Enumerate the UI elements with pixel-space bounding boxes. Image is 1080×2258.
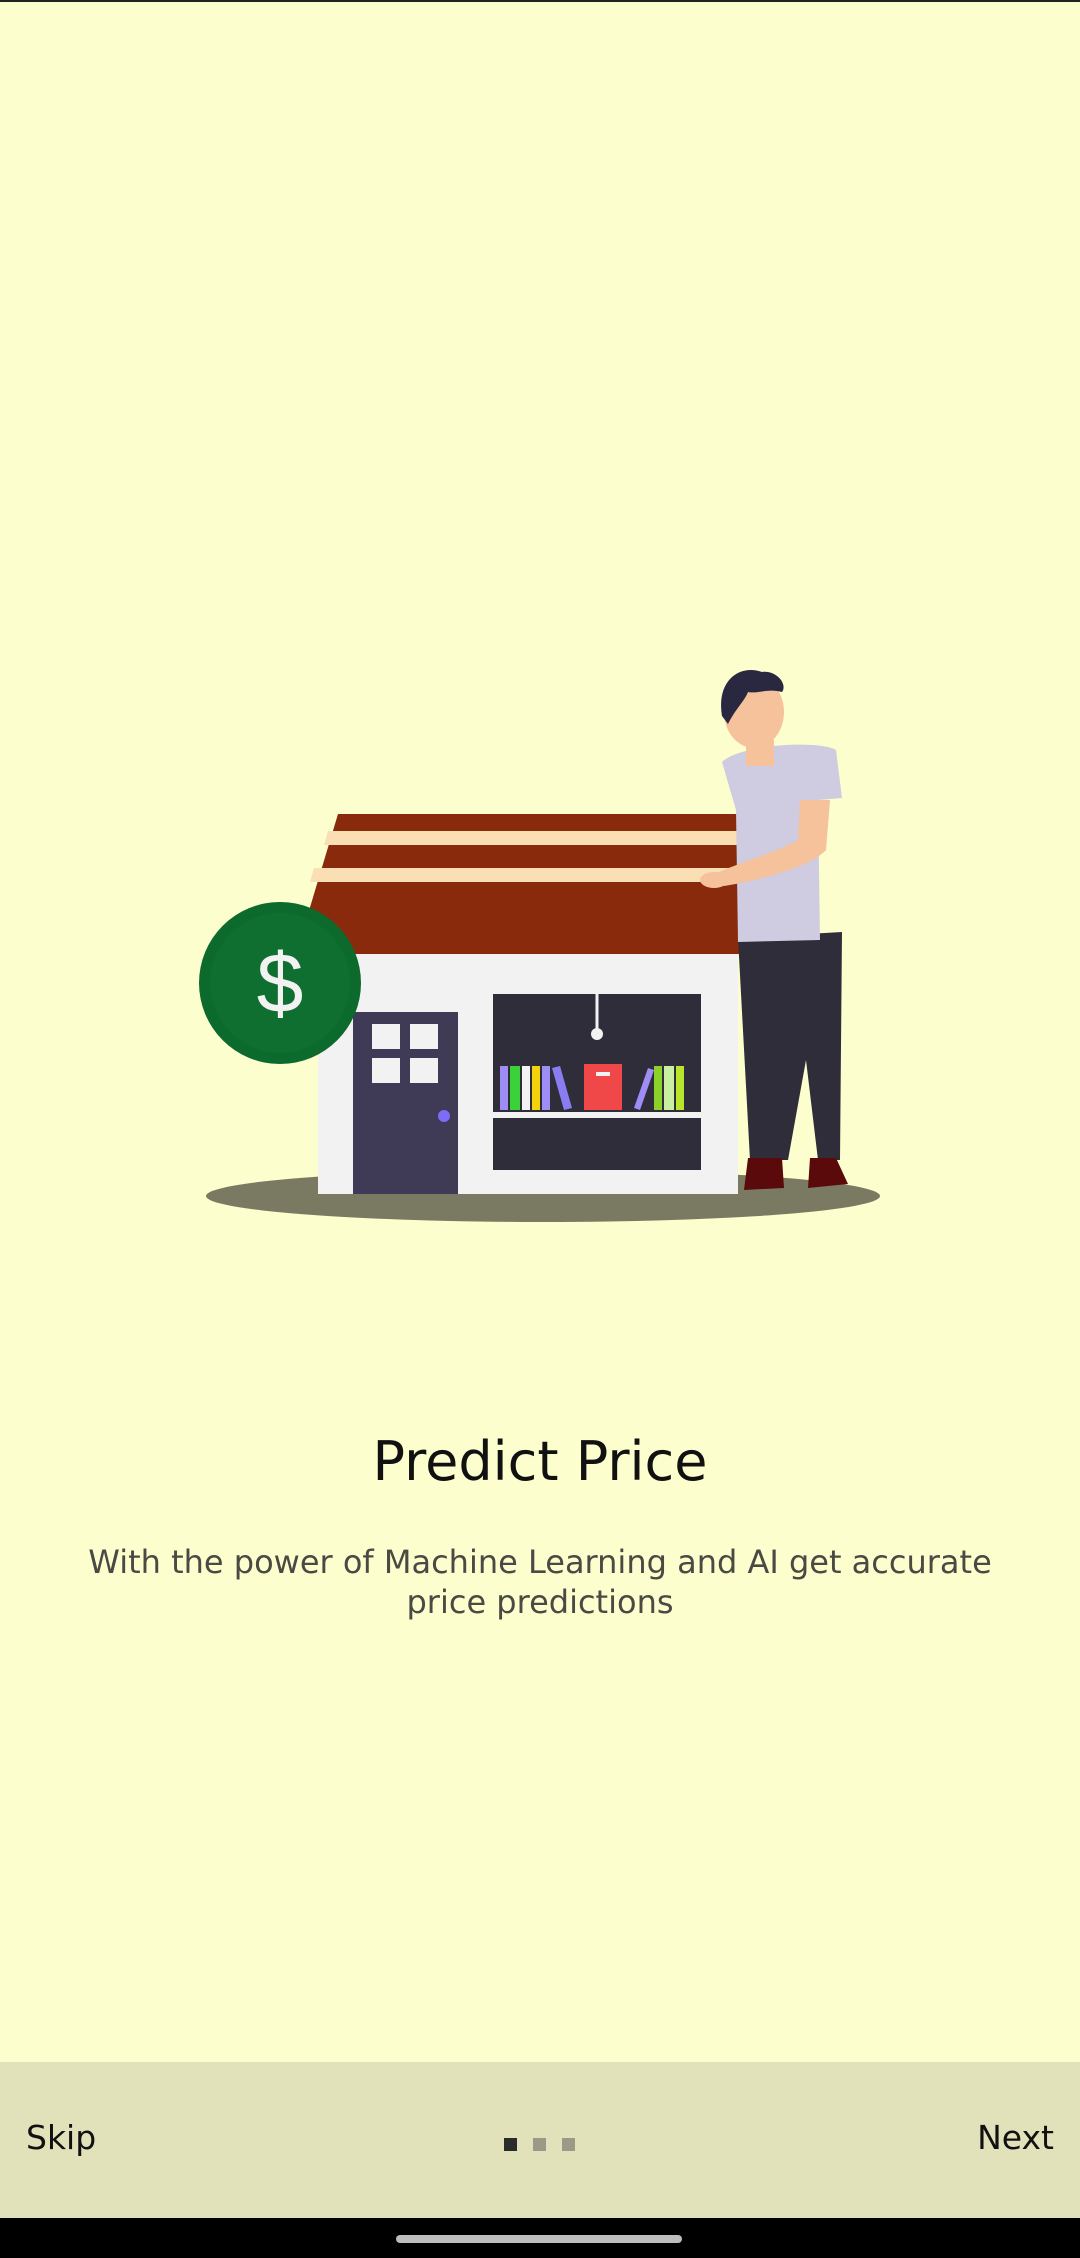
page-indicator <box>504 2138 575 2151</box>
system-navigation-bar <box>0 2218 1080 2258</box>
next-button[interactable]: Next <box>977 2118 1054 2157</box>
onboarding-footer: Skip Next <box>0 2062 1080 2218</box>
status-bar-divider <box>0 0 1080 2</box>
svg-text:$: $ <box>257 936 304 1030</box>
page-indicator-dot-3 <box>562 2138 575 2151</box>
home-gesture-handle[interactable] <box>396 2235 682 2243</box>
onboarding-description: With the power of Machine Learning and A… <box>88 1543 992 1621</box>
house-illustration: $ <box>199 669 880 1222</box>
onboarding-title: Predict Price <box>372 1430 708 1493</box>
page-indicator-dot-1 <box>504 2138 517 2151</box>
skip-button[interactable]: Skip <box>26 2118 96 2157</box>
page-indicator-dot-2 <box>533 2138 546 2151</box>
